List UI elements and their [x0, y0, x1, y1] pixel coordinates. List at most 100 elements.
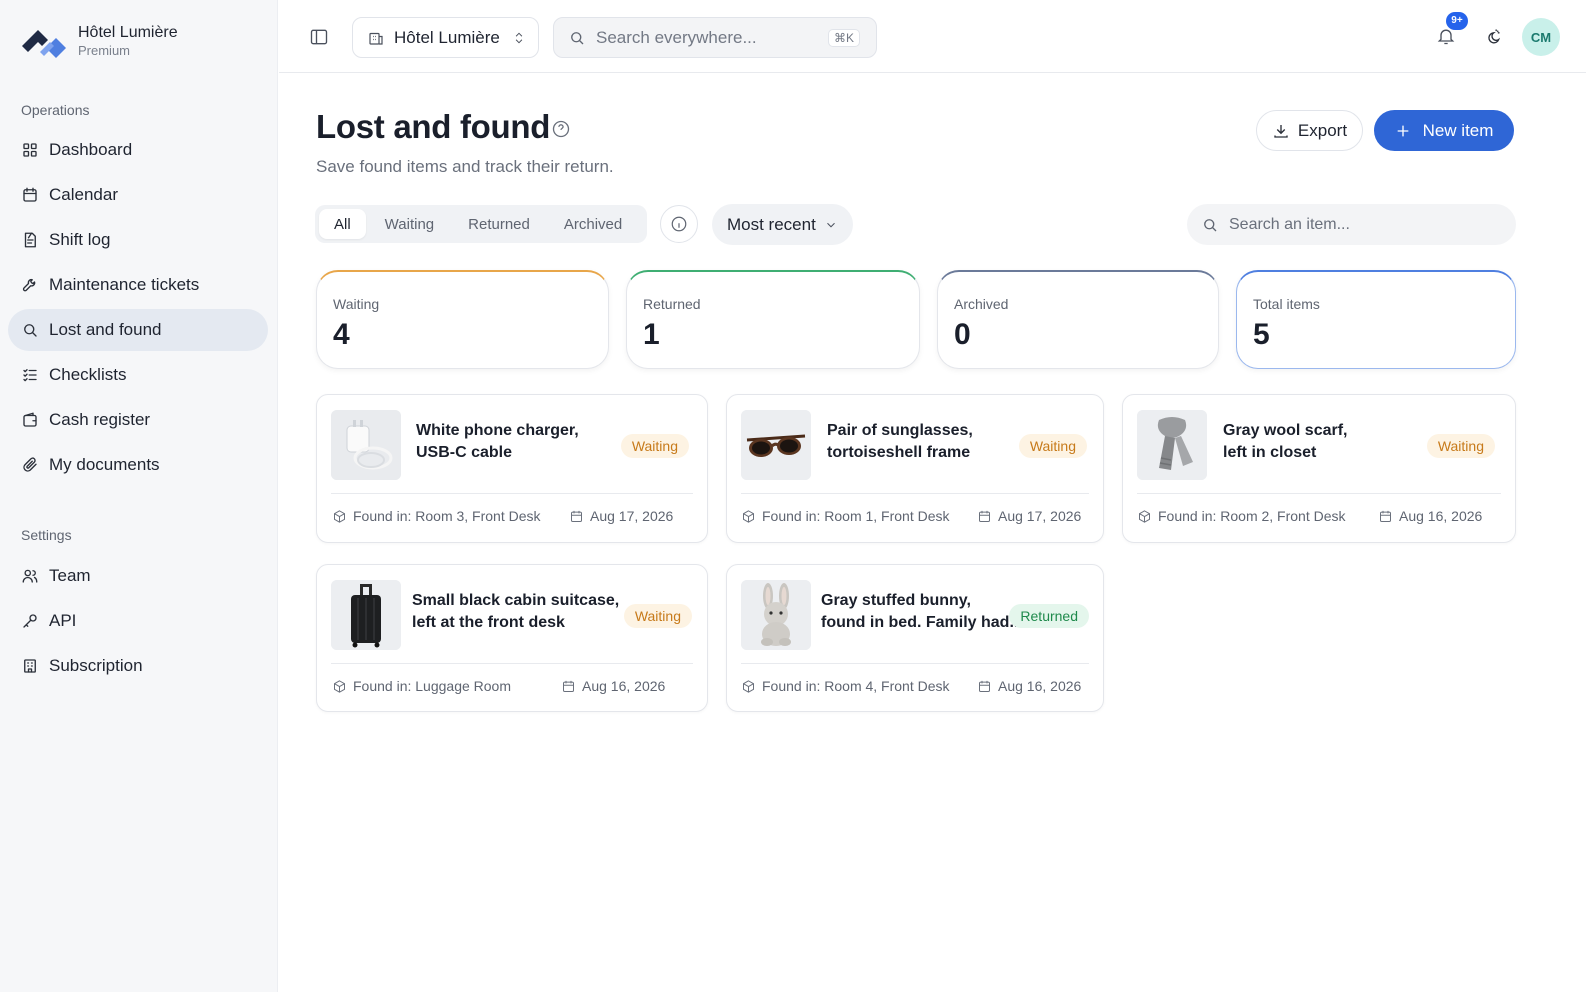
item-title: Pair of sunglasses, tortoiseshell frame	[827, 422, 973, 461]
sort-select-value: Most recent	[727, 214, 816, 234]
divider	[1137, 493, 1501, 494]
sidebar-item-team[interactable]: Team	[8, 555, 268, 597]
divider	[741, 663, 1089, 664]
item-location-text: Found in: Room 4, Front Desk	[762, 678, 950, 694]
divider	[331, 663, 693, 664]
download-icon	[1274, 124, 1288, 138]
sidebar-toggle-icon[interactable]	[309, 27, 329, 47]
item-card[interactable]: Gray stuffed bunny, found in bed. Family…	[726, 564, 1104, 712]
stat-card-returned[interactable]: Returned 1	[626, 270, 920, 369]
item-location: Found in: Room 3, Front Desk	[332, 508, 541, 524]
sidebar-item-label: Calendar	[49, 185, 118, 204]
tab-returned[interactable]: Returned	[453, 209, 545, 239]
sidebar-item-label: Maintenance tickets	[49, 275, 200, 294]
sidebar-item-subscription[interactable]: Subscription	[8, 645, 268, 687]
key-icon	[21, 612, 39, 630]
checklist-icon	[21, 366, 39, 384]
sidebar-item-label: Subscription	[49, 656, 143, 675]
tab-waiting[interactable]: Waiting	[370, 209, 449, 239]
stat-label: Total items	[1253, 296, 1320, 312]
global-search[interactable]: ⌘K	[553, 17, 877, 58]
hotel-select-value: Hôtel Lumière	[394, 27, 500, 47]
item-location: Found in: Room 2, Front Desk	[1137, 508, 1346, 524]
stat-card-waiting[interactable]: Waiting 4	[316, 270, 609, 369]
sidebar-item-calendar[interactable]: Calendar	[8, 174, 268, 216]
sunglasses-image	[741, 410, 811, 480]
sidebar-item-lost-and-found[interactable]: Lost and found	[8, 309, 268, 351]
notifications-badge: 9+	[1446, 12, 1468, 30]
calendar-icon	[979, 510, 990, 522]
box-icon	[743, 509, 754, 523]
hotel-select[interactable]: Hôtel Lumière	[352, 17, 539, 58]
sidebar-item-api[interactable]: API	[8, 600, 268, 642]
status-badge: Waiting	[620, 434, 689, 458]
brand[interactable]: Hôtel Lumière Premium	[20, 22, 178, 60]
info-button[interactable]	[660, 205, 698, 243]
item-location-text: Found in: Room 3, Front Desk	[353, 508, 541, 524]
stat-card-archived[interactable]: Archived 0	[937, 270, 1219, 369]
item-location: Found in: Room 4, Front Desk	[741, 678, 950, 694]
tab-all[interactable]: All	[319, 209, 366, 239]
info-icon	[671, 216, 687, 232]
page-title: Lost and found	[316, 108, 551, 145]
export-button[interactable]: Export	[1256, 110, 1363, 151]
item-location: Found in: Room 1, Front Desk	[741, 508, 950, 524]
help-icon[interactable]	[551, 119, 571, 139]
calendar-icon	[1380, 510, 1391, 522]
sidebar-item-label: API	[49, 611, 77, 630]
nav-section-settings: Settings	[21, 527, 72, 543]
building-icon	[21, 657, 39, 675]
stat-card-total[interactable]: Total items 5	[1236, 270, 1516, 369]
status-badge: Waiting	[623, 604, 692, 628]
paperclip-icon	[21, 456, 39, 474]
box-icon	[1139, 509, 1150, 523]
new-item-button[interactable]: New item	[1374, 110, 1514, 151]
stat-label: Returned	[643, 296, 701, 312]
item-date: Aug 17, 2026	[569, 508, 673, 524]
page-subtitle: Save found items and track their return.	[316, 157, 614, 176]
theme-toggle-icon[interactable]	[1482, 27, 1502, 47]
item-search[interactable]	[1187, 204, 1516, 245]
sort-select[interactable]: Most recent	[712, 204, 853, 245]
item-card[interactable]: Pair of sunglasses, tortoiseshell frame …	[726, 394, 1104, 543]
stat-label: Waiting	[333, 296, 380, 312]
stat-value: 0	[954, 318, 971, 351]
charger-image	[331, 410, 401, 480]
item-date: Aug 16, 2026	[1378, 508, 1482, 524]
sidebar-item-checklists[interactable]: Checklists	[8, 354, 268, 396]
status-badge: Returned	[1009, 604, 1089, 628]
dashboard-icon	[21, 141, 39, 159]
sidebar-item-my-documents[interactable]: My documents	[8, 444, 268, 486]
search-shortcut: ⌘K	[827, 29, 860, 47]
notifications-button[interactable]: 9+	[1436, 12, 1468, 48]
sidebar: Hôtel Lumière Premium Operations Dashboa…	[0, 0, 278, 992]
box-icon	[334, 679, 345, 693]
item-date-text: Aug 17, 2026	[998, 508, 1082, 524]
chevron-up-down-icon	[515, 32, 523, 43]
item-card[interactable]: White phone charger, USB-C cable Waiting…	[316, 394, 708, 543]
hotel-icon	[369, 32, 383, 45]
global-search-input[interactable]	[596, 27, 816, 48]
status-badge: Waiting	[1426, 434, 1495, 458]
user-avatar[interactable]: CM	[1522, 18, 1560, 56]
brand-logo-icon	[22, 30, 66, 58]
divider	[741, 493, 1089, 494]
sidebar-item-shift-log[interactable]: Shift log	[8, 219, 268, 261]
sidebar-item-dashboard[interactable]: Dashboard	[8, 129, 268, 171]
export-label: Export	[1297, 120, 1348, 140]
item-search-input[interactable]	[1229, 215, 1489, 234]
tab-archived[interactable]: Archived	[549, 209, 637, 239]
search-icon	[1204, 218, 1217, 231]
item-date: Aug 16, 2026	[977, 678, 1081, 694]
status-tabs: All Waiting Returned Archived	[315, 205, 647, 243]
calendar-icon	[21, 186, 39, 204]
sidebar-item-maintenance-tickets[interactable]: Maintenance tickets	[8, 264, 268, 306]
shift-log-icon	[21, 231, 39, 249]
box-icon	[334, 509, 345, 523]
sidebar-item-cash-register[interactable]: Cash register	[8, 399, 268, 441]
item-card[interactable]: Small black cabin suitcase, left at the …	[316, 564, 708, 712]
item-title: Gray stuffed bunny, found in bed. Family…	[821, 592, 1023, 631]
brand-name: Hôtel Lumière	[78, 24, 178, 41]
item-card[interactable]: Gray wool scarf, left in closet Waiting …	[1122, 394, 1516, 543]
item-date: Aug 16, 2026	[561, 678, 665, 694]
